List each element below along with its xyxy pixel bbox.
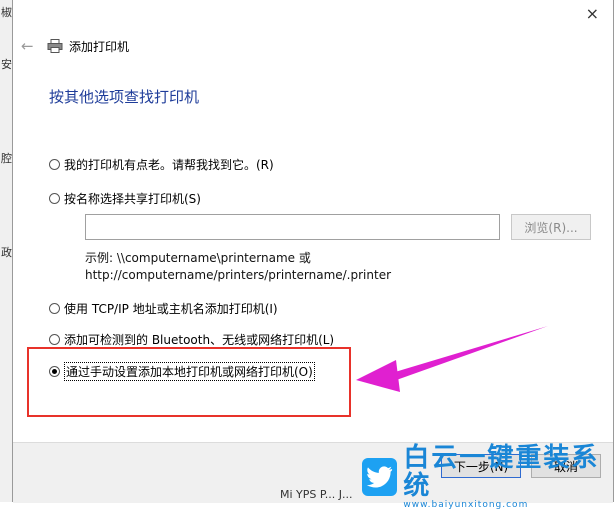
radio-button[interactable]	[49, 193, 60, 204]
bg-char: 政	[1, 246, 12, 259]
radio-button[interactable]	[49, 334, 60, 345]
option-tcpip[interactable]: 使用 TCP/IP 地址或主机名添加打印机(I)	[49, 300, 278, 317]
option-label: 添加可检测到的 Bluetooth、无线或网络打印机(L)	[64, 333, 335, 347]
option-bluetooth-wireless[interactable]: 添加可检测到的 Bluetooth、无线或网络打印机(L)	[49, 331, 334, 348]
bg-char: 安	[1, 58, 12, 71]
example-line: 示例: \\computername\printername 或	[85, 251, 311, 265]
option-shared-printer[interactable]: 按名称选择共享打印机(S)	[49, 190, 201, 207]
radio-button[interactable]	[49, 303, 60, 314]
option-old-printer[interactable]: 我的打印机有点老。请帮我找到它。(R)	[49, 156, 274, 173]
add-printer-dialog: × ← 添加打印机 按其他选项查找打印机 我的打印机有点老。请帮我找到它。(R)…	[12, 0, 614, 503]
dialog-title: 添加打印机	[69, 39, 130, 54]
close-icon[interactable]: ×	[586, 4, 599, 23]
example-text: 示例: \\computername\printername 或 http://…	[85, 250, 391, 284]
watermark-title: 白云一键重装系统	[403, 443, 600, 501]
printer-icon	[47, 39, 63, 53]
watermark: 白云一键重装系统 www.baiyunxitong.com	[362, 444, 612, 510]
bg-char: 腔	[1, 152, 12, 165]
shared-printer-name-input[interactable]	[85, 214, 500, 240]
browse-button[interactable]: 浏览(R)...	[511, 214, 591, 240]
page-heading: 按其他选项查找打印机	[49, 88, 200, 106]
twitter-bird-icon	[362, 458, 398, 496]
watermark-text: 白云一键重装系统 www.baiyunxitong.com	[403, 444, 612, 510]
highlight-rectangle	[27, 347, 351, 417]
radio-button[interactable]	[49, 159, 60, 170]
back-arrow-icon[interactable]: ←	[21, 37, 41, 55]
dialog-title-bar: ← 添加打印机	[21, 34, 321, 58]
bg-char: 椒	[1, 6, 12, 19]
option-label: 使用 TCP/IP 地址或主机名添加打印机(I)	[64, 302, 278, 316]
example-line: http://computername/printers/printername…	[85, 268, 392, 282]
option-label: 按名称选择共享打印机(S)	[64, 192, 201, 206]
option-label: 我的打印机有点老。请帮我找到它。(R)	[64, 158, 274, 172]
